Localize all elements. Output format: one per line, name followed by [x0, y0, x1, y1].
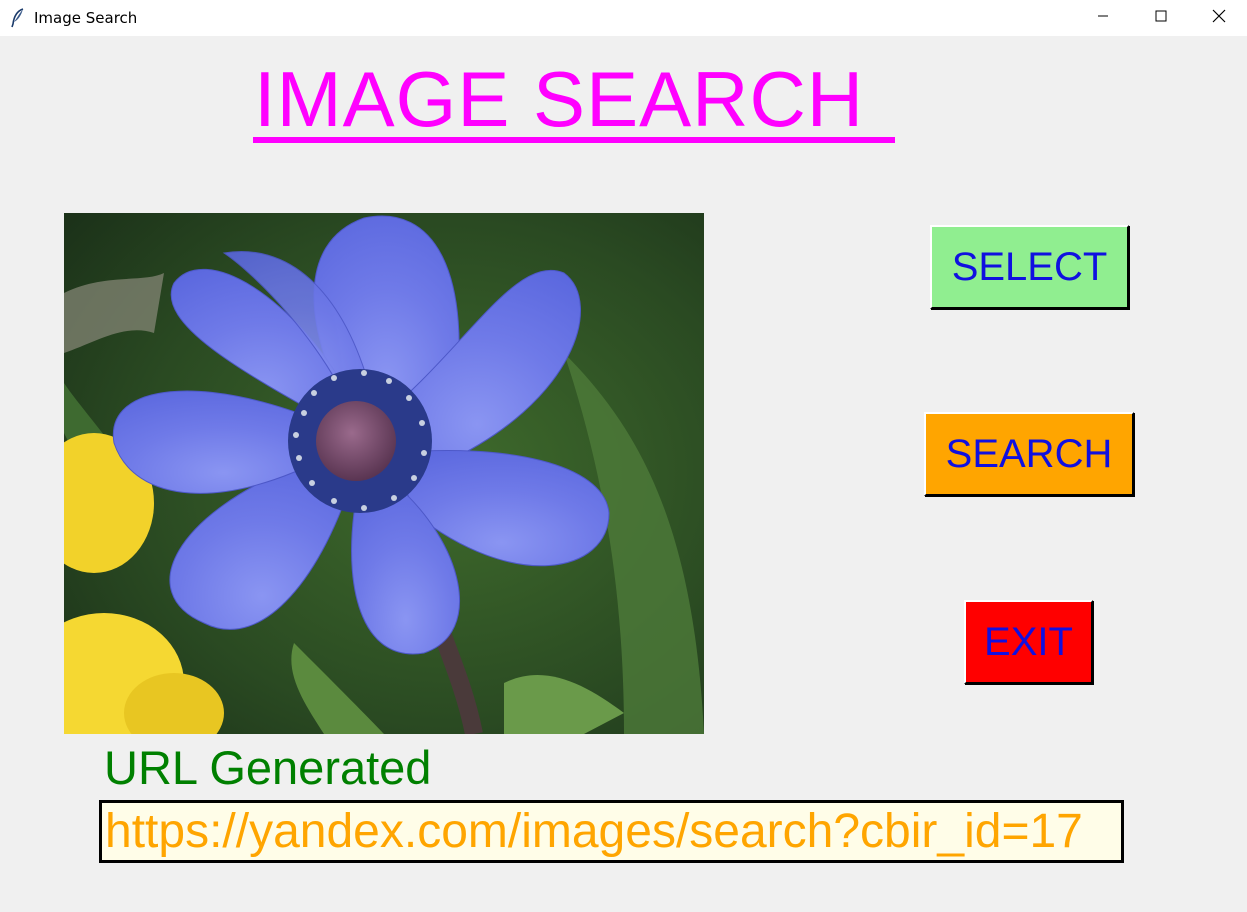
- maximize-icon: [1155, 9, 1167, 27]
- close-button[interactable]: [1190, 0, 1247, 36]
- search-button[interactable]: SEARCH: [924, 412, 1134, 496]
- close-icon: [1212, 9, 1226, 28]
- title-underline: [253, 137, 895, 143]
- select-button[interactable]: SELECT: [930, 225, 1129, 309]
- minimize-button[interactable]: [1074, 0, 1132, 36]
- image-preview: [64, 213, 704, 734]
- minimize-icon: [1097, 9, 1109, 27]
- url-output-field[interactable]: https://yandex.com/images/search?cbir_id…: [99, 800, 1124, 863]
- url-generated-label: URL Generated: [104, 741, 432, 794]
- page-title: IMAGE SEARCH: [254, 55, 865, 143]
- window-titlebar[interactable]: Image Search: [0, 0, 1247, 36]
- feather-icon: [10, 8, 26, 28]
- window-title: Image Search: [34, 9, 138, 27]
- maximize-button[interactable]: [1132, 0, 1190, 36]
- select-button-label: SELECT: [951, 244, 1108, 289]
- search-button-label: SEARCH: [945, 431, 1113, 476]
- exit-button[interactable]: EXIT: [964, 600, 1093, 684]
- exit-button-label: EXIT: [984, 619, 1073, 664]
- url-output-text[interactable]: https://yandex.com/images/search?cbir_id…: [105, 805, 1083, 859]
